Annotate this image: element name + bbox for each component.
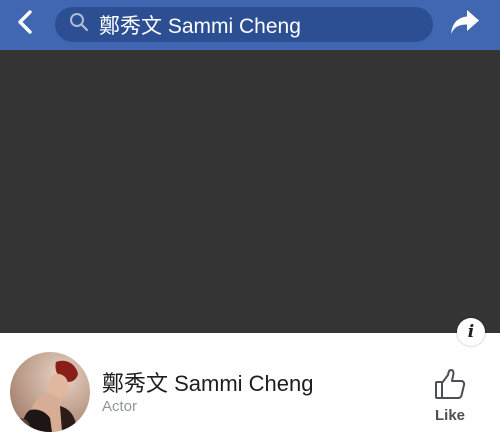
cover-photo[interactable] xyxy=(0,50,500,333)
avatar-photo xyxy=(10,352,90,432)
thumbs-up-icon xyxy=(433,368,467,407)
share-button[interactable] xyxy=(445,7,485,41)
page-category: Actor xyxy=(102,398,138,415)
search-query-text: 鄭秀文 Sammi Cheng xyxy=(99,14,301,38)
profile-avatar[interactable] xyxy=(10,352,90,432)
share-arrow-icon xyxy=(449,8,481,41)
info-button[interactable]: i xyxy=(457,318,485,346)
info-icon: i xyxy=(467,322,475,342)
search-bar[interactable]: 鄭秀文 Sammi Cheng xyxy=(55,7,433,42)
chevron-left-icon xyxy=(16,9,34,40)
top-navigation-bar: 鄭秀文 Sammi Cheng xyxy=(0,0,500,50)
back-button[interactable] xyxy=(8,7,42,41)
search-icon xyxy=(69,12,89,37)
page-title: 鄭秀文 Sammi Cheng xyxy=(102,371,314,396)
like-button[interactable]: Like xyxy=(428,366,472,426)
like-label: Like xyxy=(434,407,465,424)
